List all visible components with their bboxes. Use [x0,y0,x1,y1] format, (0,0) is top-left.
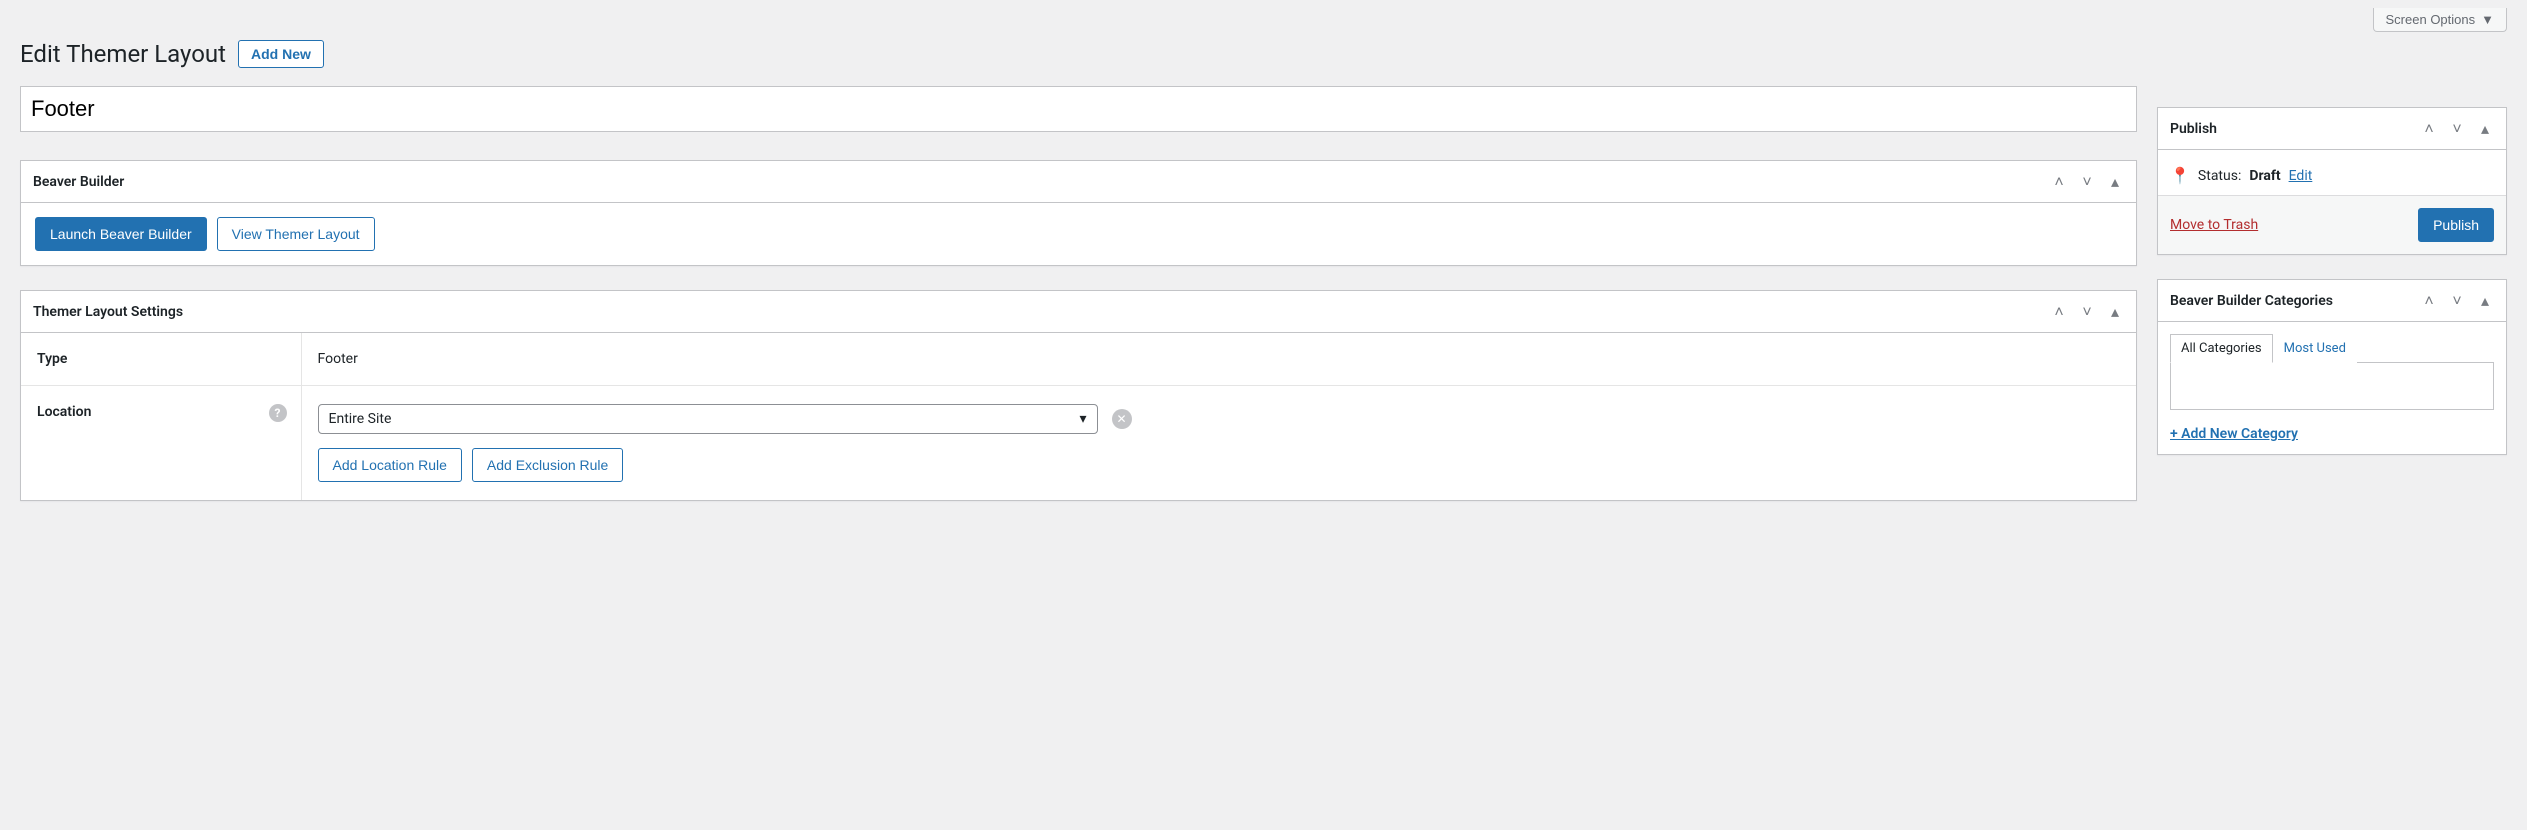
move-up-icon[interactable]: ˄ [2050,172,2068,192]
status-label: Status: [2198,168,2241,184]
status-value: Draft [2249,168,2280,184]
location-select-value: Entire Site [329,411,392,427]
move-to-trash-link[interactable]: Move to Trash [2170,217,2258,233]
launch-beaver-builder-button[interactable]: Launch Beaver Builder [35,217,207,251]
toggle-panel-icon[interactable]: ▴ [2106,172,2124,191]
settings-panel-title: Themer Layout Settings [33,304,183,320]
location-label: Location [37,404,91,420]
publish-panel: Publish ˄ ˅ ▴ 📍 Status: Draft Edit Move … [2157,107,2507,255]
chevron-down-icon: ▾ [1079,411,1086,427]
categories-panel: Beaver Builder Categories ˄ ˅ ▴ All Cate… [2157,279,2507,455]
categories-panel-title: Beaver Builder Categories [2170,293,2333,309]
move-up-icon[interactable]: ˄ [2050,302,2068,322]
add-new-button[interactable]: Add New [238,40,324,68]
publish-button[interactable]: Publish [2418,208,2494,242]
screen-options-button[interactable]: Screen Options ▼ [2373,8,2507,32]
tab-all-categories[interactable]: All Categories [2170,334,2273,363]
caret-down-icon: ▼ [2481,12,2494,27]
add-location-rule-button[interactable]: Add Location Rule [318,448,462,482]
move-down-icon[interactable]: ˅ [2078,302,2096,322]
remove-location-icon[interactable]: ✕ [1112,409,1132,429]
edit-status-link[interactable]: Edit [2289,168,2313,184]
move-down-icon[interactable]: ˅ [2078,172,2096,192]
beaver-builder-panel-title: Beaver Builder [33,174,124,190]
page-title: Edit Themer Layout [20,40,226,68]
themer-layout-settings-panel: Themer Layout Settings ˄ ˅ ▴ Type Footer… [20,290,2137,501]
toggle-panel-icon[interactable]: ▴ [2476,291,2494,310]
toggle-panel-icon[interactable]: ▴ [2106,302,2124,321]
publish-panel-title: Publish [2170,121,2217,137]
categories-list [2170,362,2494,410]
add-exclusion-rule-button[interactable]: Add Exclusion Rule [472,448,623,482]
add-new-category-link[interactable]: + Add New Category [2170,426,2298,442]
location-select[interactable]: Entire Site ▾ [318,404,1098,434]
move-down-icon[interactable]: ˅ [2448,291,2466,311]
type-label: Type [21,333,301,386]
toggle-panel-icon[interactable]: ▴ [2476,119,2494,138]
view-themer-layout-button[interactable]: View Themer Layout [217,217,375,251]
help-icon[interactable]: ? [269,404,287,422]
type-value: Footer [301,333,2136,386]
tab-most-used[interactable]: Most Used [2273,334,2357,363]
beaver-builder-panel: Beaver Builder ˄ ˅ ▴ Launch Beaver Build… [20,160,2137,266]
move-up-icon[interactable]: ˄ [2420,119,2438,139]
move-down-icon[interactable]: ˅ [2448,119,2466,139]
pin-icon: 📍 [2170,166,2190,185]
screen-options-label: Screen Options [2386,12,2476,27]
move-up-icon[interactable]: ˄ [2420,291,2438,311]
layout-title-input[interactable] [20,86,2137,132]
